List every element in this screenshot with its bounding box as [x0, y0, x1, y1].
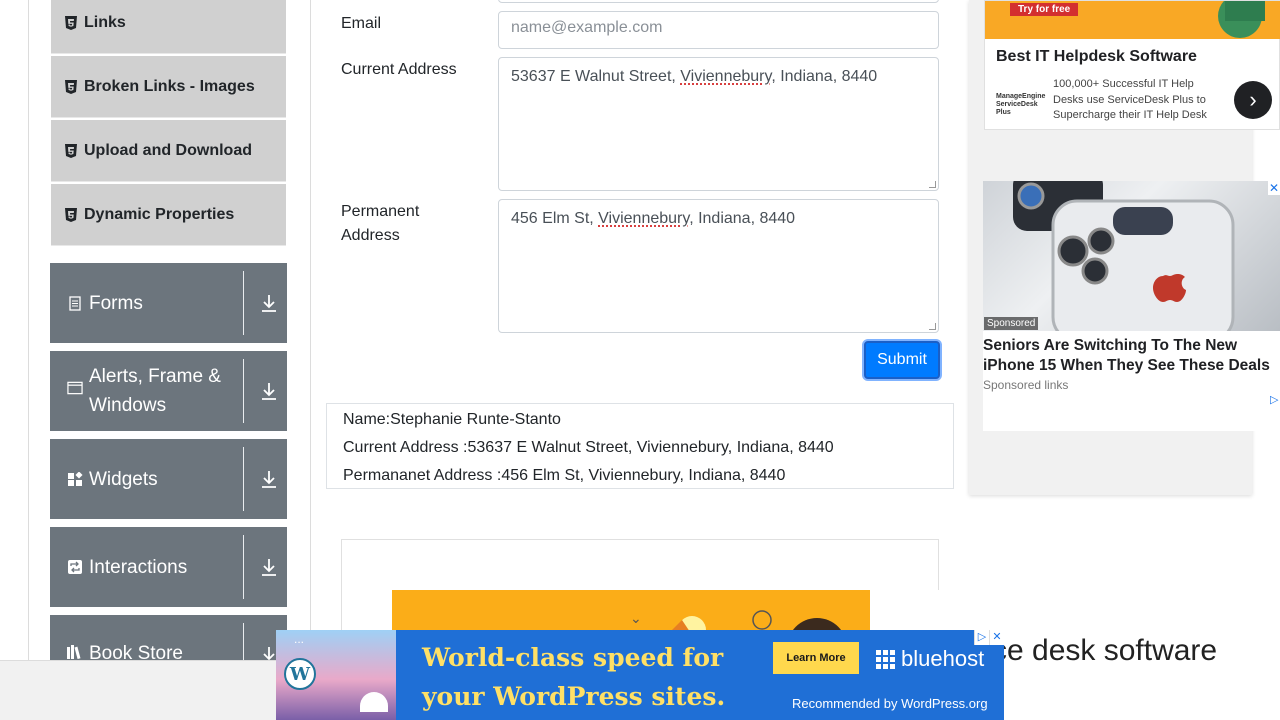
permanent-address-text-part: Viviennebury [598, 210, 690, 227]
sponsored-badge: Sponsored [984, 317, 1039, 330]
permanent-address-label: Permanent Address [341, 200, 419, 248]
sidebar-group-widgets[interactable]: Widgets [50, 439, 287, 519]
html5-icon [65, 143, 77, 158]
recommended-by: Recommended by WordPress.org [792, 696, 988, 711]
email-field[interactable]: name@example.com [498, 11, 939, 49]
sidebar-item-label: Broken Links - Images [84, 77, 255, 95]
permanent-address-field[interactable]: 456 Elm St, Viviennebury, Indiana, 8440 [498, 199, 939, 333]
sidebar-group-label: Interactions [89, 556, 188, 578]
output-permanent-address: Permananet Address :456 Elm St, Vivienne… [343, 467, 786, 484]
ad-image: ... W [276, 630, 396, 720]
bluehost-logo: bluehost [876, 646, 984, 672]
document-icon [67, 295, 83, 311]
ad-banner-image: Try for free [985, 1, 1280, 39]
download-arrow-icon[interactable] [260, 469, 278, 489]
ad-headline-line: World-class speed for [422, 643, 724, 672]
phone-illustration-icon [1013, 181, 1235, 331]
permanent-address-text-part: 456 Elm St, [511, 210, 599, 227]
sidebar-item-links[interactable]: Links [51, 0, 286, 54]
current-address-field[interactable]: 53637 E Walnut Street, Viviennebury, Ind… [498, 57, 939, 191]
download-arrow-icon[interactable] [260, 381, 278, 401]
output-panel: Name:Stephanie Runte-Stanto Current Addr… [326, 403, 954, 489]
close-icon[interactable]: ✕ [1268, 181, 1280, 195]
chevron-down-icon: ⌄ [630, 610, 642, 626]
learn-more-button[interactable]: Learn More [773, 642, 859, 674]
sponsored-links-label: Sponsored links [983, 378, 1069, 392]
sidebar-group-label: Forms [89, 292, 143, 314]
sidebar-item-label: Upload and Download [84, 141, 252, 159]
ad-headline[interactable]: Seniors Are Switching To The New iPhone … [983, 336, 1280, 376]
permanent-address-label-line: Address [341, 227, 400, 244]
sidebar-right-border [310, 0, 311, 660]
sidebar-item-upload-download[interactable]: Upload and Download [51, 120, 286, 182]
full-name-field-edge[interactable] [498, 0, 939, 3]
permanent-address-label-line: Permanent [341, 203, 420, 220]
download-arrow-icon[interactable] [260, 557, 278, 577]
servicedesk-logo: ManageEngine ServiceDesk Plus [996, 93, 1046, 116]
sidebar-item-label: Links [84, 13, 126, 31]
current-address-text-part: , Indiana, 8440 [771, 68, 878, 85]
sidebar-item-broken-links[interactable]: Broken Links - Images [51, 56, 286, 118]
divider [243, 359, 244, 423]
iphone-ad[interactable]: Sponsored ✕ Seniors Are Switching To The… [983, 181, 1280, 431]
illustration-icon [1218, 1, 1265, 38]
permanent-address-text-part: , Indiana, 8440 [689, 210, 796, 227]
sidebar-item-dynamic-properties[interactable]: Dynamic Properties [51, 184, 286, 246]
sidebar-group-label: Alerts, Frame & Windows [89, 366, 221, 416]
books-icon [67, 645, 83, 659]
sidebar-group-forms[interactable]: Forms [50, 263, 287, 343]
adchoices-icon[interactable]: ▷ [974, 630, 989, 645]
sidebar-group-alerts[interactable]: Alerts, Frame & Windows [50, 351, 287, 431]
adchoices-icon[interactable]: ▷ [1270, 393, 1280, 407]
submit-button[interactable]: Submit [864, 341, 940, 379]
sidebar-left-border [28, 0, 29, 660]
resize-handle[interactable] [929, 181, 936, 188]
sidebar-group-label: Widgets [89, 468, 158, 490]
ad-image: Sponsored [983, 181, 1280, 331]
next-arrow-icon[interactable]: › [1234, 81, 1272, 119]
ad-controls[interactable]: ▷ ✕ [974, 630, 1004, 645]
window-icon [67, 381, 83, 395]
download-arrow-icon[interactable] [260, 293, 278, 313]
html5-icon [65, 79, 77, 94]
ad-title[interactable]: Best IT Helpdesk Software [996, 48, 1197, 66]
widgets-icon [67, 471, 83, 487]
current-address-text-part: 53637 E Walnut Street, [511, 68, 681, 85]
output-name: Name:Stephanie Runte-Stanto [343, 411, 561, 428]
divider [243, 271, 244, 335]
current-address-label: Current Address [341, 61, 457, 78]
sidebar-item-label: Dynamic Properties [84, 205, 235, 223]
try-free-badge[interactable]: Try for free [1010, 3, 1079, 16]
bluehost-ad[interactable]: ... W World-class speed for your WordPre… [276, 630, 1004, 720]
html5-icon [65, 207, 77, 222]
ad-headline[interactable]: World-class speed for your WordPress sit… [422, 638, 725, 716]
ad-headline[interactable]: ce desk software [992, 634, 1217, 668]
menu-dots-icon: ... [294, 632, 305, 646]
grid-icon [876, 649, 895, 669]
wordpress-logo-icon: W [284, 658, 316, 690]
current-address-text-part: Viviennebury [680, 68, 772, 85]
divider [243, 535, 244, 599]
helpdesk-ad[interactable]: Try for free Best IT Helpdesk Software M… [984, 0, 1280, 130]
close-icon[interactable]: ✕ [989, 630, 1004, 645]
sidebar-group-interactions[interactable]: Interactions [50, 527, 287, 607]
ad-description: 100,000+ Successful IT Help Desks use Se… [1053, 78, 1207, 121]
speedometer-icon [360, 692, 388, 712]
resize-handle[interactable] [929, 323, 936, 330]
ad-headline-line: your WordPress sites. [422, 682, 726, 711]
divider [243, 447, 244, 511]
email-label: Email [341, 15, 382, 32]
output-current-address: Current Address :53637 E Walnut Street, … [343, 439, 834, 456]
html5-icon [65, 15, 77, 30]
interactions-icon [67, 560, 83, 574]
brand-name: bluehost [901, 646, 985, 671]
